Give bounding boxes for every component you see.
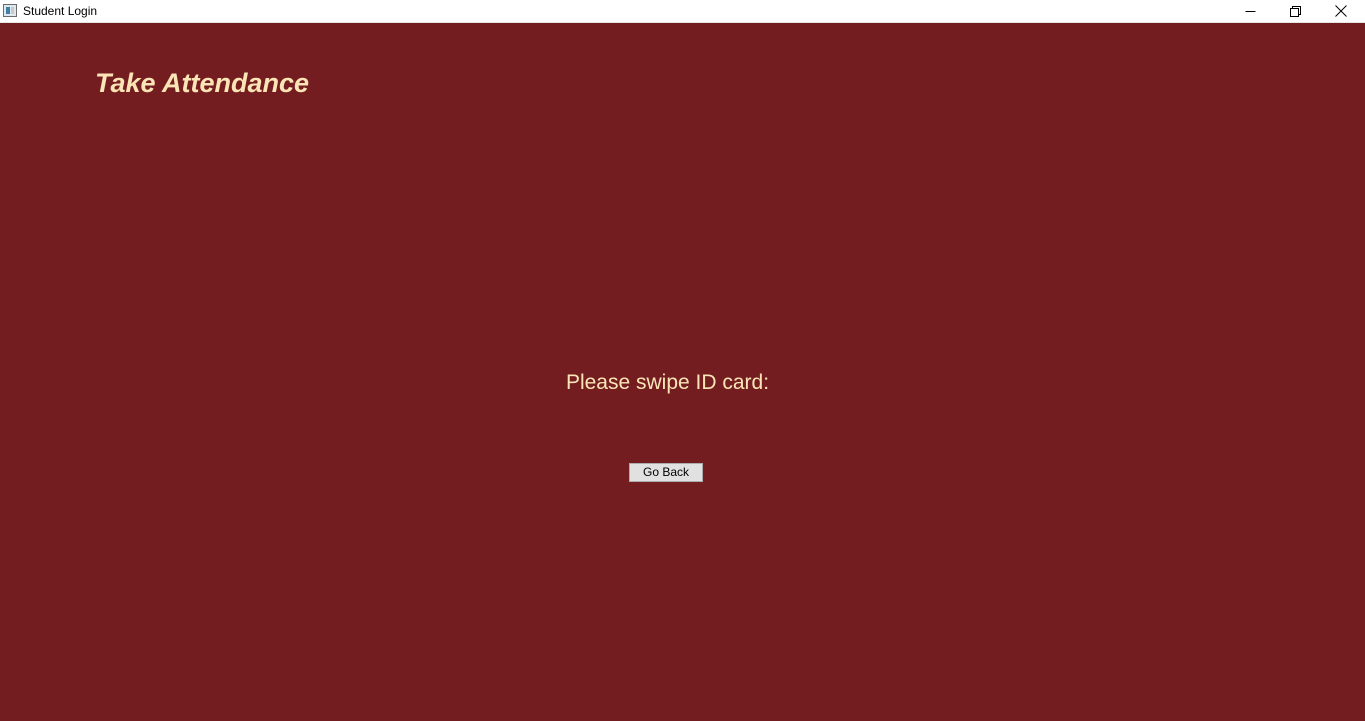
student-login-window: Student Login Take Attendance Please swi… [0, 0, 1365, 721]
title-bar[interactable]: Student Login [0, 0, 1365, 23]
swipe-prompt: Please swipe ID card: [565, 371, 770, 394]
window-title: Student Login [23, 4, 98, 18]
app-window-icon [3, 4, 17, 17]
restore-icon [1289, 5, 1301, 17]
page-heading: Take Attendance [95, 68, 310, 98]
minimize-icon [1245, 6, 1256, 17]
go-back-button[interactable]: Go Back [629, 463, 703, 482]
restore-button[interactable] [1272, 0, 1318, 22]
minimize-button[interactable] [1227, 0, 1273, 22]
close-button[interactable] [1318, 0, 1364, 22]
close-icon [1335, 5, 1347, 17]
